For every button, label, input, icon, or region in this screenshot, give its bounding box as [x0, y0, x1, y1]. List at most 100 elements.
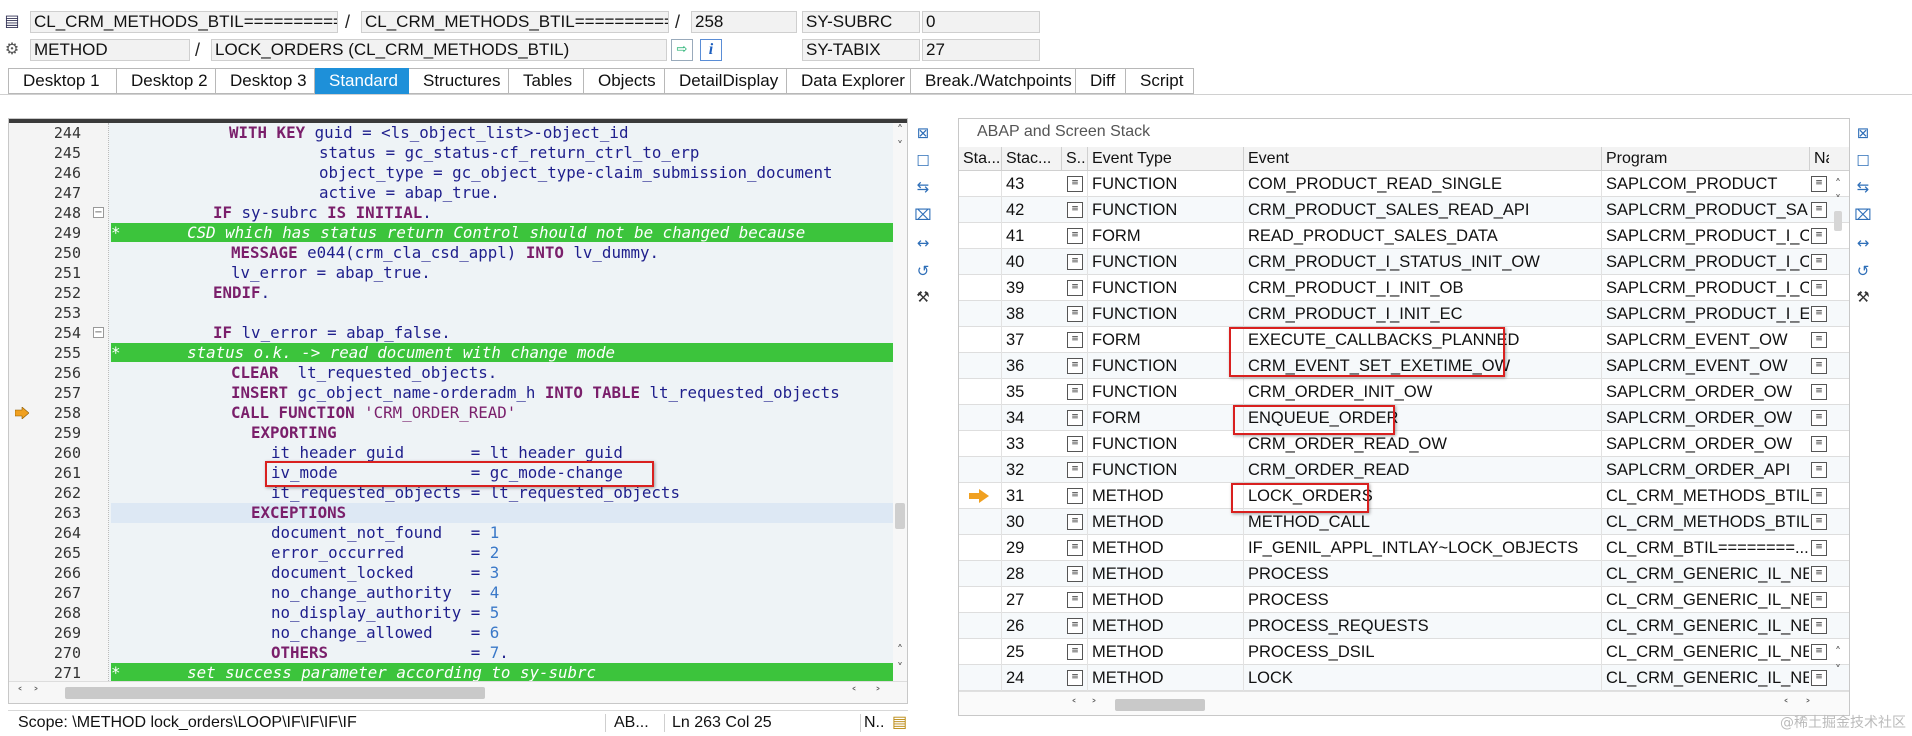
scroll-up-icon[interactable]: ˄	[893, 643, 907, 657]
column-header[interactable]: Program	[1601, 147, 1809, 171]
tab-diff[interactable]: Diff	[1076, 68, 1126, 94]
tab-structures[interactable]: Structures	[409, 68, 509, 94]
navigate-icon[interactable]: ≡	[1811, 566, 1827, 582]
tab-data-explorer[interactable]: Data Explorer	[787, 68, 911, 94]
navigate-icon[interactable]: ≡	[1811, 540, 1827, 556]
services-tool-icon[interactable]: ⚒	[912, 286, 934, 308]
source-document-icon[interactable]: ≡	[1067, 488, 1083, 504]
event-type-field[interactable]: METHOD	[30, 39, 190, 61]
fold-toggle-icon[interactable]: −	[93, 207, 104, 218]
breakpoint-margin[interactable]	[9, 123, 35, 683]
navigate-icon[interactable]: ≡	[1811, 332, 1827, 348]
source-document-icon[interactable]: ≡	[1067, 358, 1083, 374]
scroll-down-icon[interactable]: ˅	[1831, 663, 1845, 677]
code-area[interactable]: WITH KEY guid = <ls_object_list>-object_…	[109, 123, 895, 683]
source-document-icon[interactable]: ≡	[1067, 566, 1083, 582]
variable-name-field[interactable]: SY-TABIX	[802, 39, 920, 61]
table-row[interactable]: 43 FUNCTION COM_PRODUCT_READ_SINGLE SAPLCOM…	[959, 171, 1849, 197]
column-header[interactable]: Na	[1809, 147, 1829, 171]
scroll-right-icon[interactable]: ˃	[1087, 698, 1101, 712]
editor-horizontal-scrollbar[interactable]: ˂ ˃ ˂ ˃	[9, 681, 907, 703]
table-row[interactable]: 24 METHOD LOCK CL_CRM_GENERIC_IL_NE... ≡ ≡	[959, 665, 1849, 691]
navigate-icon[interactable]: ≡	[1811, 254, 1827, 270]
variable-name-field[interactable]: SY-SUBRC	[802, 11, 920, 33]
new-tool-icon[interactable]: ☐	[1852, 150, 1874, 172]
column-header[interactable]: Event Type	[1087, 147, 1243, 171]
scroll-thumb[interactable]	[1115, 699, 1205, 711]
stack-vertical-scrollbar[interactable]: ˄ ˅ ˄ ˅	[1827, 171, 1849, 691]
tab-desktop-3[interactable]: Desktop 3	[216, 68, 315, 94]
table-row[interactable]: 26 METHOD PROCESS_REQUESTS CL_CRM_GENERIC_I…	[959, 613, 1849, 639]
source-document-icon[interactable]: ≡	[1067, 644, 1083, 660]
navigate-to-source-button[interactable]: ⇨	[671, 39, 693, 61]
tab-desktop-2[interactable]: Desktop 2	[117, 68, 216, 94]
source-document-icon[interactable]: ≡	[1067, 592, 1083, 608]
tab-tables[interactable]: Tables	[509, 68, 584, 94]
replace-tool-icon[interactable]: ⇆	[912, 176, 934, 198]
source-document-icon[interactable]: ≡	[1067, 540, 1083, 556]
new-tool-icon[interactable]: ☐	[912, 150, 934, 172]
scroll-left-icon[interactable]: ˂	[1067, 698, 1081, 712]
navigate-icon[interactable]: ≡	[1811, 358, 1827, 374]
delete-tool-icon[interactable]: ⌧	[912, 204, 934, 226]
swap-tool-icon[interactable]: ↺	[912, 260, 934, 282]
navigate-icon[interactable]: ≡	[1811, 644, 1827, 660]
services-tool-icon[interactable]: ⚒	[1852, 286, 1874, 308]
source-document-icon[interactable]: ≡	[1067, 176, 1083, 192]
navigate-icon[interactable]: ≡	[1811, 306, 1827, 322]
source-document-icon[interactable]: ≡	[1067, 384, 1083, 400]
tab-script[interactable]: Script	[1126, 68, 1194, 94]
source-document-icon[interactable]: ≡	[1067, 202, 1083, 218]
close-tool-icon[interactable]: ⊠	[1852, 122, 1874, 144]
fold-toggle-icon[interactable]: −	[93, 327, 104, 338]
scroll-down-icon[interactable]: ˅	[893, 661, 907, 675]
scroll-down-icon[interactable]: ˅	[893, 139, 907, 153]
maximize-tool-icon[interactable]: ↔	[912, 232, 934, 254]
source-document-icon[interactable]: ≡	[1067, 332, 1083, 348]
stack-horizontal-scrollbar[interactable]: ˂ ˃ ˂ ˃	[959, 691, 1849, 715]
table-row[interactable]: 33 FUNCTION CRM_ORDER_READ_OW SAPLCRM_ORDER…	[959, 431, 1849, 457]
variable-value-field[interactable]: 27	[922, 39, 1040, 61]
line-field[interactable]: 258	[691, 11, 797, 33]
source-document-icon[interactable]: ≡	[1067, 254, 1083, 270]
navigate-icon[interactable]: ≡	[1811, 462, 1827, 478]
column-header[interactable]: Sta...	[959, 147, 1001, 171]
table-row[interactable]: 31METHODLOCK_ORDERSCL_CRM_METHODS_BTIL=.…	[959, 483, 1849, 509]
table-row[interactable]: 42 FUNCTION CRM_PRODUCT_SALES_READ_API SAPL…	[959, 197, 1849, 223]
source-code-editor[interactable]: 244 245 246 247 248 249 250 251 252 253 …	[8, 118, 908, 704]
navigate-icon[interactable]: ≡	[1811, 202, 1827, 218]
source-document-icon[interactable]: ≡	[1067, 436, 1083, 452]
source-document-icon[interactable]: ≡	[1067, 228, 1083, 244]
tab-standard[interactable]: Standard	[315, 68, 409, 94]
scroll-right-icon[interactable]: ˃	[871, 686, 885, 700]
table-row[interactable]: 38 FUNCTION CRM_PRODUCT_I_INIT_EC SAPLCRM_P…	[959, 301, 1849, 327]
source-document-icon[interactable]: ≡	[1067, 410, 1083, 426]
scroll-right-icon[interactable]: ˃	[1801, 698, 1815, 712]
delete-tool-icon[interactable]: ⌧	[1852, 204, 1874, 226]
scroll-thumb[interactable]	[1834, 211, 1842, 231]
program-field[interactable]: CL_CRM_METHODS_BTIL==========...	[30, 11, 338, 33]
scroll-thumb[interactable]	[65, 687, 485, 699]
maximize-tool-icon[interactable]: ↔	[1852, 232, 1874, 254]
scroll-left-icon[interactable]: ˂	[1779, 698, 1793, 712]
variable-value-field[interactable]: 0	[922, 11, 1040, 33]
source-document-icon[interactable]: ≡	[1067, 618, 1083, 634]
source-document-icon[interactable]: ≡	[1067, 670, 1083, 686]
tab-desktop-1[interactable]: Desktop 1	[9, 68, 117, 94]
table-row[interactable]: 30METHODMETHOD_CALLCL_CRM_METHODS_BTIL=.…	[959, 509, 1849, 535]
table-row[interactable]: 28 METHOD PROCESS CL_CRM_GENERIC_IL_NE... ≡ ≡	[959, 561, 1849, 587]
table-row[interactable]: 25 METHOD PROCESS_DSIL CL_CRM_GENERIC_IL_NE…	[959, 639, 1849, 665]
clipboard-icon[interactable]: ▤	[892, 712, 907, 734]
scroll-down-icon[interactable]: ˅	[1831, 193, 1845, 207]
navigate-icon[interactable]: ≡	[1811, 488, 1827, 504]
scroll-right-icon[interactable]: ˃	[29, 686, 43, 700]
source-document-icon[interactable]: ≡	[1067, 306, 1083, 322]
source-document-icon[interactable]: ≡	[1067, 280, 1083, 296]
navigate-icon[interactable]: ≡	[1811, 670, 1827, 686]
scroll-left-icon[interactable]: ˂	[13, 686, 27, 700]
column-header[interactable]: Stac...	[1001, 147, 1061, 171]
info-icon[interactable]: i	[700, 39, 722, 61]
scroll-up-icon[interactable]: ˄	[893, 123, 907, 137]
close-tool-icon[interactable]: ⊠	[912, 122, 934, 144]
source-document-icon[interactable]: ≡	[1067, 514, 1083, 530]
